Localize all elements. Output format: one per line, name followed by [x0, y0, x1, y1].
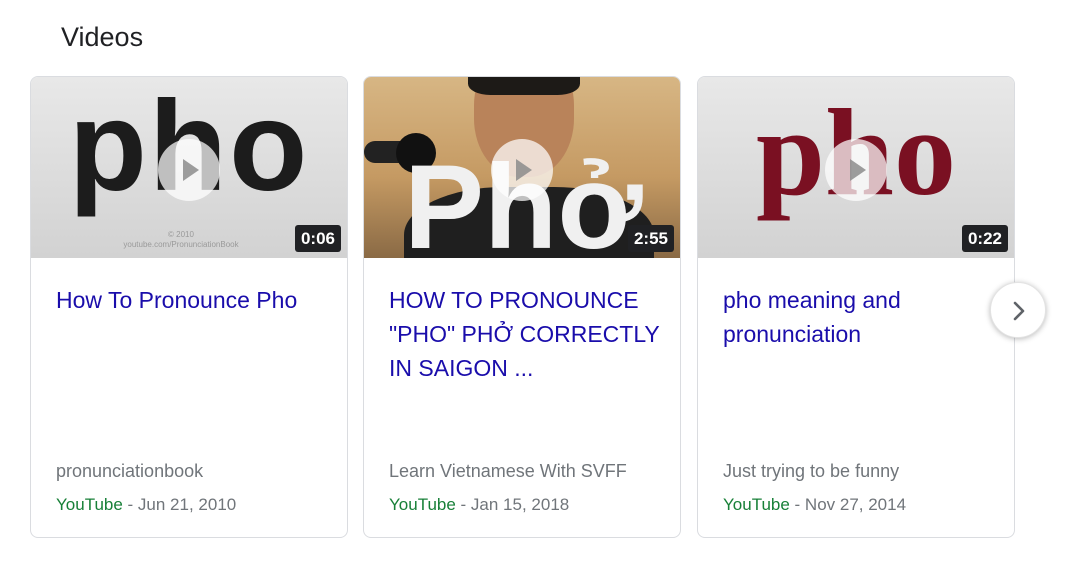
publish-date: - Jan 15, 2018: [455, 495, 570, 514]
video-meta: YouTube - Jan 15, 2018: [389, 495, 569, 515]
source-name: YouTube: [56, 495, 123, 514]
duration-badge: 0:22: [961, 225, 1008, 252]
channel-name: pronunciationbook: [56, 461, 204, 481]
video-meta: YouTube - Nov 27, 2014: [723, 495, 906, 515]
source-name: YouTube: [389, 495, 456, 514]
chevron-right-icon: [1013, 301, 1025, 321]
thumbnail-watermark: © 2010 youtube.com/PronunciationBook: [123, 230, 239, 249]
channel-name: Learn Vietnamese With SVFF: [389, 461, 627, 481]
duration-badge: 0:06: [294, 225, 341, 252]
video-title-link[interactable]: HOW TO PRONOUNCE "PHO" PHỞ CORRECTLY IN …: [389, 283, 662, 385]
publish-date: - Jun 21, 2010: [122, 495, 237, 514]
publish-date: - Nov 27, 2014: [789, 495, 907, 514]
video-thumbnail[interactable]: pho 0:22: [698, 77, 1014, 258]
play-icon[interactable]: [158, 139, 220, 201]
channel-name: Just trying to be funny: [723, 461, 900, 481]
video-thumbnail[interactable]: pho © 2010 youtube.com/PronunciationBook…: [31, 77, 347, 258]
video-card-1[interactable]: pho © 2010 youtube.com/PronunciationBook…: [30, 76, 348, 538]
video-card-2[interactable]: Phở 2:55 HOW TO PRONOUNCE "PHO" PHỞ CORR…: [363, 76, 681, 538]
video-title-link[interactable]: How To Pronounce Pho: [56, 283, 329, 317]
thumbnail-person-hair: [468, 77, 580, 95]
duration-badge: 2:55: [627, 225, 674, 252]
video-title-link[interactable]: pho meaning and pronunciation: [723, 283, 996, 351]
video-thumbnail[interactable]: Phở 2:55: [364, 77, 680, 258]
play-icon[interactable]: [825, 139, 887, 201]
play-icon[interactable]: [491, 139, 553, 201]
section-title: Videos: [61, 22, 144, 52]
video-card-3[interactable]: pho 0:22 pho meaning and pronunciation J…: [697, 76, 1015, 538]
carousel-next-button[interactable]: [990, 282, 1046, 338]
source-name: YouTube: [723, 495, 790, 514]
video-meta: YouTube - Jun 21, 2010: [56, 495, 236, 515]
